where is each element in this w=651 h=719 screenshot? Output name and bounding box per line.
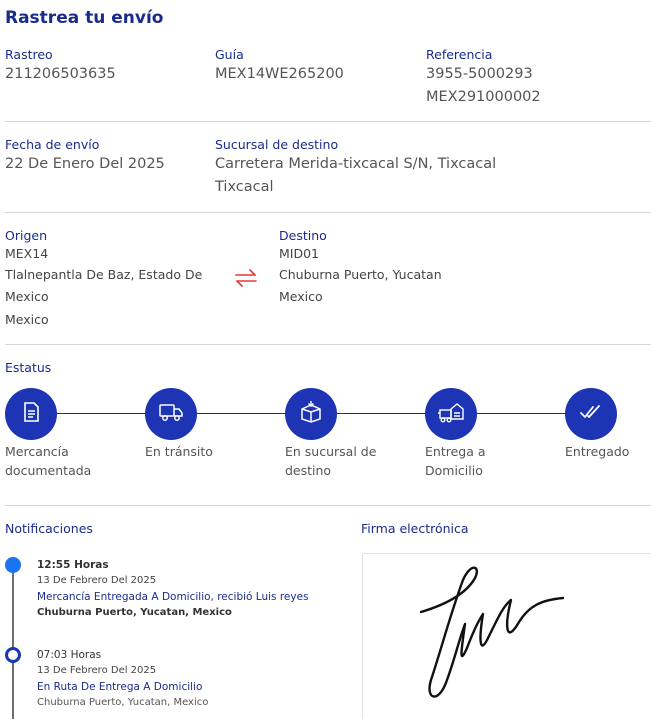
rastreo-value: 211206503635 (5, 66, 116, 82)
signature-drawing (419, 566, 565, 698)
notification-date: 13 De Febrero Del 2025 (37, 665, 157, 676)
destino-label: Destino (279, 228, 327, 243)
page-title: Rastrea tu envío (5, 8, 164, 28)
signature-box (362, 553, 651, 719)
origen-line-2: Mexico (5, 289, 49, 304)
notification-event: Mercancía Entregada A Domicilio, recibió… (37, 591, 309, 603)
status-step-label: En tránsito (145, 444, 213, 459)
document-icon (20, 401, 42, 427)
estatus-label: Estatus (5, 360, 52, 375)
origen-label: Origen (5, 228, 47, 243)
fecha-envio-label: Fecha de envío (5, 137, 100, 152)
notification-item: 07:03 Horas 13 De Febrero Del 2025 En Ru… (37, 647, 337, 711)
truck-icon (158, 401, 184, 427)
status-step-transito (145, 388, 197, 440)
status-step-label: En sucursal de destino (285, 444, 377, 478)
destino-line-1: Chuburna Puerto, Yucatan (279, 267, 442, 282)
status-step-label: Entrega a Domicilio (425, 444, 486, 478)
home-delivery-icon (437, 400, 465, 428)
package-icon (298, 400, 324, 428)
origen-line-1: Tlalnepantla De Baz, Estado De (5, 267, 203, 282)
origen-line-3: Mexico (5, 312, 49, 327)
status-step-sucursal (285, 388, 337, 440)
notification-dot (5, 647, 21, 663)
status-step-entrega-domicilio (425, 388, 477, 440)
notification-date: 13 De Febrero Del 2025 (37, 575, 157, 586)
firma-label: Firma electrónica (361, 521, 469, 536)
notification-timeline-line (12, 573, 14, 719)
notification-place: Chuburna Puerto, Yucatan, Mexico (37, 607, 232, 618)
guia-label: Guía (215, 47, 244, 62)
notificaciones-label: Notificaciones (5, 521, 93, 536)
destino-code: MID01 (279, 246, 320, 261)
guia-value: MEX14WE265200 (215, 66, 344, 82)
sucursal-destino-line-1: Carretera Merida-tixcacal S/N, Tixcacal (215, 156, 497, 172)
destino-line-2: Mexico (279, 289, 323, 304)
divider (5, 121, 651, 122)
notification-event: En Ruta De Entrega A Domicilio (37, 681, 203, 693)
status-step-documentada (5, 388, 57, 440)
origen-code: MEX14 (5, 246, 49, 261)
divider (5, 505, 651, 506)
referencia-label: Referencia (426, 47, 493, 62)
referencia-value-2: MEX291000002 (426, 89, 541, 105)
sucursal-destino-label: Sucursal de destino (215, 137, 339, 152)
notification-time: 12:55 Horas (37, 559, 109, 571)
swap-arrows-icon (233, 266, 259, 290)
fecha-envio-value: 22 De Enero Del 2025 (5, 156, 165, 172)
double-check-icon (579, 402, 603, 426)
status-step-label: Mercancía documentada (5, 444, 92, 478)
sucursal-destino-line-2: Tixcacal (215, 179, 274, 195)
divider (5, 212, 651, 213)
status-step-label: Entregado (565, 444, 630, 459)
referencia-value-1: 3955-5000293 (426, 66, 533, 82)
notification-place: Chuburna Puerto, Yucatan, Mexico (37, 697, 209, 708)
status-step-entregado (565, 388, 617, 440)
rastreo-label: Rastreo (5, 47, 53, 62)
notification-time: 07:03 Horas (37, 649, 102, 661)
divider (5, 344, 651, 345)
notification-item: 12:55 Horas 13 De Febrero Del 2025 Merca… (37, 557, 337, 621)
notification-dot-active (5, 557, 21, 573)
